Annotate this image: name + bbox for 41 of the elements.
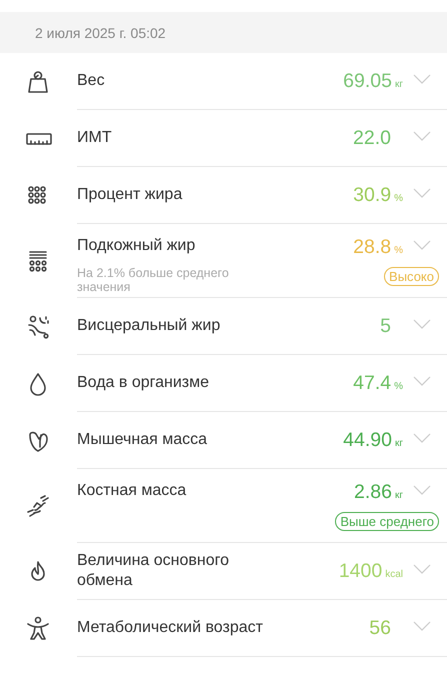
metric-label: Процент жира — [77, 185, 184, 205]
chevron-down-icon[interactable] — [413, 130, 431, 142]
metric-value: 47.4 — [353, 372, 392, 394]
metric-label: Костная масса — [77, 481, 188, 501]
unit-label: кг — [394, 490, 403, 501]
metric-label: Метаболический возраст — [77, 618, 264, 638]
unit-label: kcal — [385, 568, 403, 580]
metric-value: 44.90 — [343, 428, 392, 452]
unit-label: % — [394, 380, 403, 392]
chevron-down-icon[interactable] — [413, 374, 431, 386]
metric-value: 2.86 — [354, 481, 392, 504]
unit-label: кг — [394, 78, 403, 90]
metric-value: 30.9 — [353, 184, 392, 206]
date-time: 2 июля 2025 г. 05:02 — [35, 24, 166, 40]
unit-label: % — [394, 245, 403, 256]
chevron-down-icon[interactable] — [413, 186, 431, 198]
status-badge: Высоко — [384, 267, 439, 286]
metric-label: Мышечная масса — [77, 430, 208, 450]
metric-label: Висцеральный жир — [77, 316, 222, 336]
chevron-down-icon[interactable] — [413, 562, 431, 574]
metric-value: 28.8 — [353, 236, 392, 259]
metric-value: 56 — [369, 616, 391, 640]
chevron-down-icon[interactable] — [413, 239, 431, 251]
metric-label: Вода в организме — [77, 373, 210, 393]
metric-note: На 2.1% больше среднего значения — [77, 266, 230, 294]
metric-value: 1400 — [338, 560, 382, 582]
metric-value: 22.0 — [353, 126, 391, 150]
unit-label: % — [394, 192, 403, 204]
metric-label: ИМТ — [77, 128, 113, 148]
unit-label: кг — [394, 438, 403, 448]
chevron-down-icon[interactable] — [413, 432, 431, 444]
metric-value: 69.05 — [343, 70, 392, 92]
chevron-down-icon[interactable] — [413, 318, 431, 330]
status-badge: Выше среднего — [335, 512, 439, 531]
chevron-down-icon[interactable] — [413, 484, 431, 496]
metric-label: Вес — [77, 71, 106, 91]
chevron-down-icon[interactable] — [413, 72, 431, 84]
metric-value: 5 — [380, 314, 391, 338]
chevron-down-icon[interactable] — [413, 620, 431, 632]
metric-label: Величина основного обмена — [77, 551, 230, 591]
metric-label: Подкожный жир — [77, 236, 196, 256]
